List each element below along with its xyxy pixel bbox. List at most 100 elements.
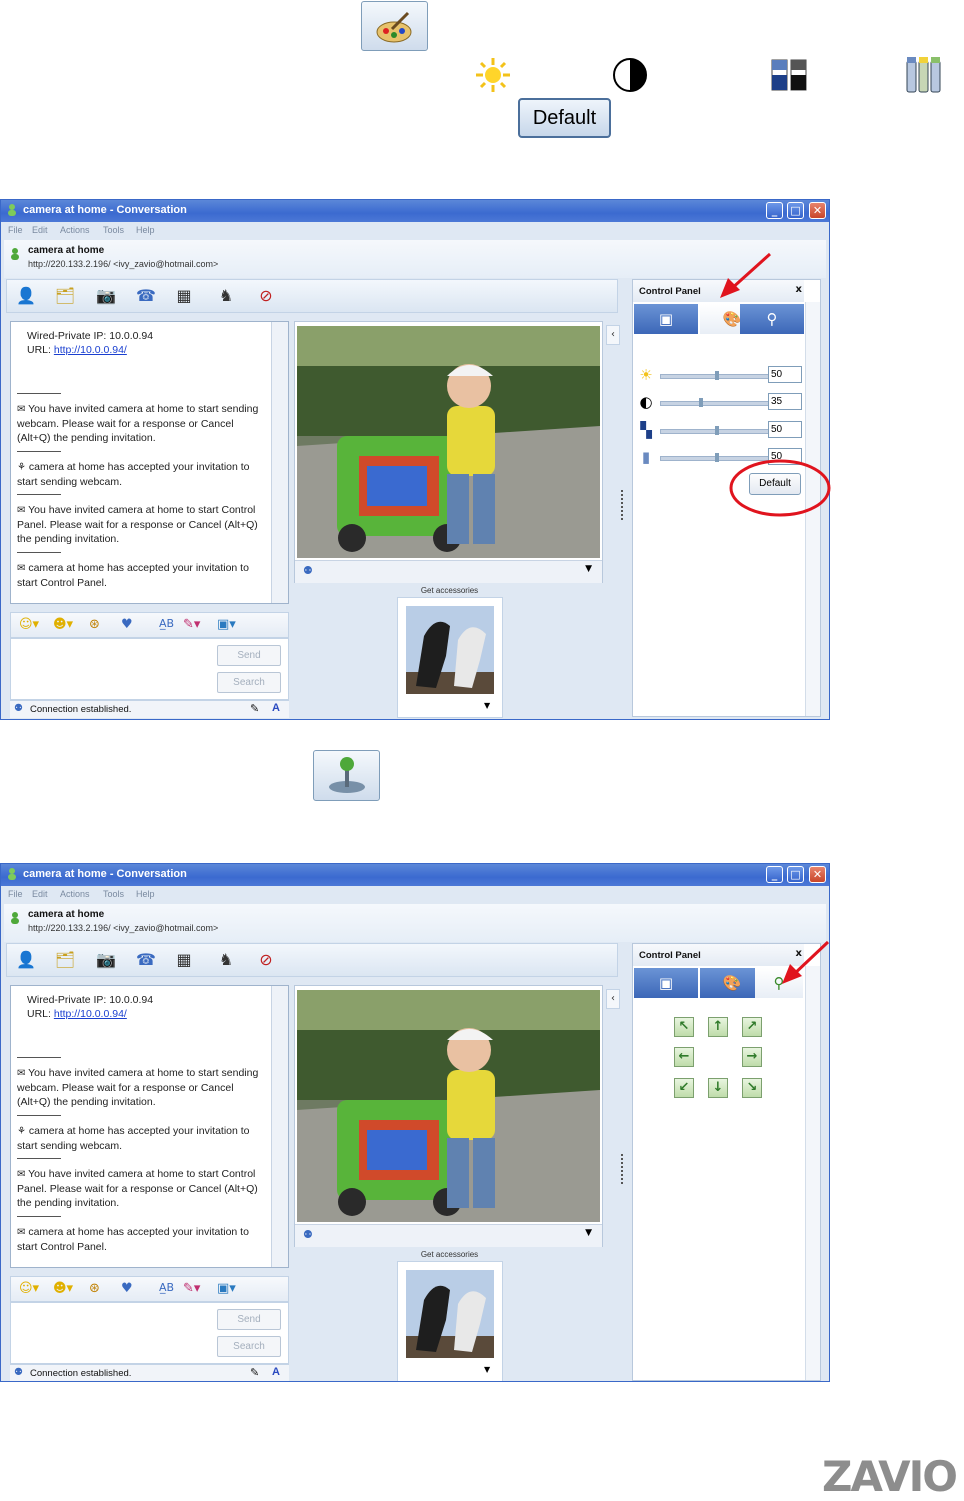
brightness-slider[interactable] (660, 371, 770, 380)
saturation-slider[interactable] (660, 426, 770, 435)
voice-clip-icon[interactable]: ♥ (121, 1281, 133, 1296)
tilt-up-button[interactable]: ↑ (708, 1017, 728, 1037)
tab-ptz[interactable]: ⚲ (740, 304, 804, 334)
collapse-panel-button[interactable]: ‹ (606, 325, 620, 345)
menu-help[interactable]: Help (136, 225, 155, 235)
pan-up-right-button[interactable]: ↗ (742, 1017, 762, 1037)
handwriting-icon[interactable]: ✎▾ (183, 617, 200, 632)
chevron-down-icon[interactable]: ▼ (484, 1365, 490, 1374)
minimize-button[interactable]: _ (766, 866, 783, 883)
conversation-toolbar: 👤 🗂 📷 ☎ ▦ ♞ ⊘ (6, 279, 618, 313)
control-panel-close-button[interactable]: x (796, 284, 802, 295)
default-button-sample[interactable]: Default (518, 98, 611, 138)
text-mode-icon[interactable]: A (272, 1366, 280, 1378)
hue-icon (904, 55, 944, 95)
slider-thumb[interactable] (715, 453, 719, 462)
call-icon[interactable]: ☎ (135, 286, 157, 306)
block-icon[interactable]: ⊘ (255, 286, 277, 306)
emoticon-bar: ☺▾ ☻▾ ⊛ ♥ A̲B ✎▾ ▣▾ (10, 1276, 289, 1302)
webcam-icon[interactable]: 📷 (95, 950, 117, 970)
chat-scrollbar[interactable] (271, 322, 288, 603)
pan-up-left-button[interactable]: ↖ (674, 1017, 694, 1037)
emoticon-icon[interactable]: ☺▾ (19, 1281, 39, 1296)
nudge-icon[interactable]: ⊛ (89, 617, 100, 632)
status-text: Connection established. (30, 1368, 132, 1379)
pen-icon[interactable]: ✎ (250, 1366, 259, 1379)
send-button[interactable]: Send (217, 645, 281, 666)
chevron-down-icon[interactable]: ▼ (585, 1228, 592, 1238)
get-accessories-link[interactable]: Get accessories (397, 586, 502, 595)
share-files-icon[interactable]: 🗂 (54, 286, 76, 306)
camera-url-link[interactable]: http://10.0.0.94/ (54, 344, 127, 356)
font-icon[interactable]: A̲B (159, 617, 174, 630)
menu-tools[interactable]: Tools (103, 889, 124, 899)
splitter-handle[interactable] (621, 490, 625, 520)
slider-thumb[interactable] (698, 398, 703, 407)
font-icon[interactable]: A̲B (159, 1281, 174, 1294)
message-input[interactable]: Send Search (10, 1302, 289, 1364)
voice-clip-icon[interactable]: ♥ (121, 617, 133, 632)
pen-icon[interactable]: ✎ (250, 702, 259, 715)
chat-scrollbar[interactable] (271, 986, 288, 1267)
games-icon[interactable]: ♞ (215, 950, 237, 970)
maximize-button[interactable]: □ (787, 202, 804, 219)
maximize-button[interactable]: □ (787, 866, 804, 883)
menu-actions[interactable]: Actions (60, 889, 90, 899)
emoticon-icon[interactable]: ☺▾ (19, 617, 39, 632)
pan-right-button[interactable]: → (742, 1047, 762, 1067)
menu-edit[interactable]: Edit (32, 225, 48, 235)
invite-icon[interactable]: 👤 (15, 286, 37, 306)
slider-thumb[interactable] (715, 371, 719, 380)
invite-icon[interactable]: 👤 (15, 950, 37, 970)
status-bar: ⚉ Connection established. ✎ A (10, 700, 289, 718)
wink-icon[interactable]: ☻▾ (53, 617, 73, 632)
message-input[interactable]: Send Search (10, 638, 289, 700)
camera-url-link[interactable]: http://10.0.0.94/ (54, 1008, 127, 1020)
tab-snapshot[interactable]: ▣ (634, 968, 698, 998)
send-button[interactable]: Send (217, 1309, 281, 1330)
text-mode-icon[interactable]: A (272, 702, 280, 714)
brightness-value[interactable]: 50 (768, 366, 802, 383)
chevron-down-icon[interactable]: ▼ (484, 701, 490, 710)
share-files-icon[interactable]: 🗂 (54, 950, 76, 970)
pan-down-right-button[interactable]: ↘ (742, 1078, 762, 1098)
close-button[interactable]: ✕ (809, 202, 826, 219)
call-icon[interactable]: ☎ (135, 950, 157, 970)
splitter-handle[interactable] (621, 1154, 625, 1184)
saturation-value[interactable]: 50 (768, 421, 802, 438)
contrast-slider[interactable] (660, 398, 770, 407)
block-icon[interactable]: ⊘ (255, 950, 277, 970)
menu-file[interactable]: File (8, 225, 23, 235)
menu-help[interactable]: Help (136, 889, 155, 899)
tab-snapshot[interactable]: ▣ (634, 304, 698, 334)
conversation-window-image-settings: camera at home - Conversation _ □ ✕ File… (0, 199, 830, 720)
handwriting-icon[interactable]: ✎▾ (183, 1281, 200, 1296)
activities-icon[interactable]: ▦ (173, 286, 195, 306)
close-button[interactable]: ✕ (809, 866, 826, 883)
chevron-down-icon[interactable]: ▼ (585, 564, 592, 574)
background-icon[interactable]: ▣▾ (217, 617, 236, 632)
tilt-down-button[interactable]: ↓ (708, 1078, 728, 1098)
collapse-panel-button[interactable]: ‹ (606, 989, 620, 1009)
control-panel-scrollbar[interactable] (805, 966, 820, 1380)
slider-thumb[interactable] (715, 426, 719, 435)
menu-edit[interactable]: Edit (32, 889, 48, 899)
menu-file[interactable]: File (8, 889, 23, 899)
menu-tools[interactable]: Tools (103, 225, 124, 235)
connection-icon: ⚉ (14, 1367, 23, 1378)
search-button[interactable]: Search (217, 1336, 281, 1357)
menu-bar: File Edit Actions Tools Help (1, 222, 829, 240)
search-button[interactable]: Search (217, 672, 281, 693)
wink-icon[interactable]: ☻▾ (53, 1281, 73, 1296)
webcam-icon[interactable]: 📷 (95, 286, 117, 306)
background-icon[interactable]: ▣▾ (217, 1281, 236, 1296)
nudge-icon[interactable]: ⊛ (89, 1281, 100, 1296)
activities-icon[interactable]: ▦ (173, 950, 195, 970)
minimize-button[interactable]: _ (766, 202, 783, 219)
menu-actions[interactable]: Actions (60, 225, 90, 235)
contrast-value[interactable]: 35 (768, 393, 802, 410)
get-accessories-link[interactable]: Get accessories (397, 1250, 502, 1259)
pan-left-button[interactable]: ← (674, 1047, 694, 1067)
games-icon[interactable]: ♞ (215, 286, 237, 306)
pan-down-left-button[interactable]: ↙ (674, 1078, 694, 1098)
